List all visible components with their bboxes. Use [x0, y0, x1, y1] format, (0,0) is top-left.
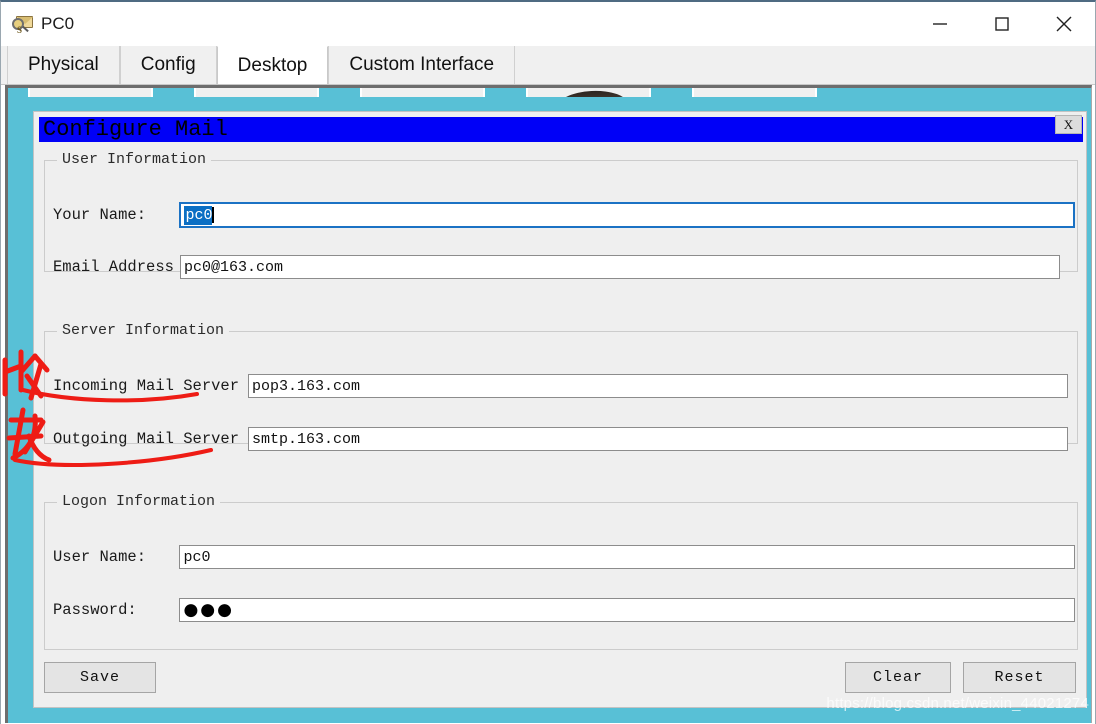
close-icon[interactable] — [1033, 2, 1095, 46]
your-name-label: Your Name: — [53, 206, 147, 224]
password-input[interactable]: ●●● — [179, 598, 1075, 622]
reset-button[interactable]: Reset — [963, 662, 1076, 693]
tab-config[interactable]: Config — [119, 46, 217, 84]
outgoing-mail-server-row: Outgoing Mail Server smtp.163.com — [53, 427, 1075, 451]
your-name-value: pc0 — [184, 205, 213, 225]
email-address-label: Email Address — [53, 258, 174, 276]
pc0-window: S PC0 Physical Config Desktop Custom Int… — [0, 0, 1096, 724]
minimize-icon[interactable] — [909, 2, 971, 46]
your-name-input[interactable]: pc0 — [179, 202, 1075, 228]
maximize-icon[interactable] — [971, 2, 1033, 46]
user-name-input[interactable]: pc0 — [179, 545, 1075, 569]
desktop-icon-row — [28, 88, 1068, 97]
email-address-value: pc0@163.com — [184, 258, 284, 276]
password-label: Password: — [53, 601, 137, 619]
logon-information-group: Logon Information — [44, 493, 1078, 650]
outgoing-mail-server-value: smtp.163.com — [252, 430, 361, 448]
logon-information-title: Logon Information — [57, 493, 221, 510]
window-titlebar: S PC0 — [1, 2, 1095, 46]
user-name-row: User Name: pc0 — [53, 545, 1075, 569]
desktop-panel: Configure Mail X User Information Your N… — [5, 85, 1092, 723]
desktop-icon-tile[interactable] — [360, 88, 485, 97]
user-information-title: User Information — [57, 151, 212, 168]
desktop-icon-tile[interactable] — [194, 88, 319, 97]
your-name-row: Your Name: pc0 — [53, 202, 1075, 228]
configure-mail-dialog: Configure Mail X User Information Your N… — [33, 111, 1087, 708]
user-name-label: User Name: — [53, 548, 147, 566]
desktop-icon-tile[interactable] — [526, 88, 651, 97]
desktop-icon-tile[interactable] — [28, 88, 153, 97]
window-title-group: S PC0 — [1, 14, 75, 35]
window-controls — [909, 2, 1095, 46]
outgoing-mail-server-label: Outgoing Mail Server — [53, 430, 240, 448]
password-row: Password: ●●● — [53, 598, 1075, 622]
email-address-row: Email Address pc0@163.com — [53, 255, 1075, 279]
server-information-title: Server Information — [57, 322, 230, 339]
password-value: ●●● — [183, 600, 234, 620]
window-title: PC0 — [41, 14, 75, 33]
incoming-mail-server-label: Incoming Mail Server — [53, 377, 240, 395]
incoming-mail-server-row: Incoming Mail Server pop3.163.com — [53, 374, 1075, 398]
mail-search-icon: S — [12, 14, 34, 35]
tab-custom-interface[interactable]: Custom Interface — [328, 46, 516, 84]
tab-desktop[interactable]: Desktop — [216, 46, 329, 84]
watermark: https://blog.csdn.net/weixin_44021274 — [826, 695, 1089, 712]
save-button[interactable]: Save — [44, 662, 156, 693]
desktop-icon-tile[interactable] — [692, 88, 817, 97]
incoming-mail-server-value: pop3.163.com — [252, 377, 361, 395]
dialog-titlebar: Configure Mail — [39, 117, 1083, 142]
user-name-value: pc0 — [183, 548, 211, 566]
dialog-title: Configure Mail — [43, 117, 228, 142]
email-address-input[interactable]: pc0@163.com — [180, 255, 1060, 279]
incoming-mail-server-input[interactable]: pop3.163.com — [248, 374, 1068, 398]
tab-strip: Physical Config Desktop Custom Interface — [1, 46, 1095, 85]
tab-physical[interactable]: Physical — [7, 46, 120, 84]
outgoing-mail-server-input[interactable]: smtp.163.com — [248, 427, 1068, 451]
dialog-close-button[interactable]: X — [1055, 115, 1082, 134]
clear-button[interactable]: Clear — [845, 662, 951, 693]
